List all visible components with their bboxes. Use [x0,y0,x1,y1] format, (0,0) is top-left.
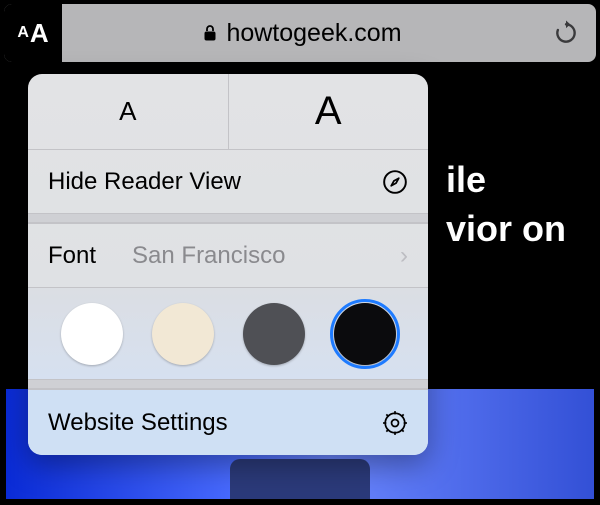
reload-icon [553,20,579,46]
hide-reader-label: Hide Reader View [48,168,241,196]
page-headline-fragment: ile vior on [446,156,566,253]
compass-icon [382,169,408,195]
url-text: howtogeek.com [226,19,401,48]
url-display[interactable]: howtogeek.com [62,19,542,48]
increase-font-button[interactable]: A [228,74,429,149]
separator [28,379,428,389]
separator [28,213,428,223]
safari-reader-screenshot: ile vior on A A howtogeek.com A [2,2,598,503]
theme-black[interactable] [334,303,396,365]
chevron-right-icon: › [400,242,408,270]
font-label: Font [48,242,96,270]
increase-font-glyph: A [315,89,342,134]
website-settings-label: Website Settings [48,409,382,437]
text-size-button[interactable]: A A [4,4,62,62]
theme-gray[interactable] [243,303,305,365]
font-size-row: A A [28,74,428,149]
text-size-large-a-icon: A [30,18,49,49]
decrease-font-button[interactable]: A [28,74,228,149]
headline-line-2: vior on [446,205,566,254]
font-row[interactable]: Font San Francisco › [28,223,428,287]
theme-swatch-row [28,287,428,379]
font-value: San Francisco [96,242,390,270]
reload-button[interactable] [542,9,590,57]
reader-popover: A A Hide Reader View Font San Francisco … [28,74,428,455]
text-size-small-a-icon: A [17,24,29,42]
headline-line-1: ile [446,156,566,205]
hide-reader-row[interactable]: Hide Reader View [28,149,428,213]
address-bar: A A howtogeek.com [4,4,596,62]
decrease-font-glyph: A [119,96,136,127]
theme-sepia[interactable] [152,303,214,365]
website-settings-row[interactable]: Website Settings [28,389,428,455]
gear-icon [382,410,408,436]
theme-white[interactable] [61,303,123,365]
lock-icon [202,24,218,42]
